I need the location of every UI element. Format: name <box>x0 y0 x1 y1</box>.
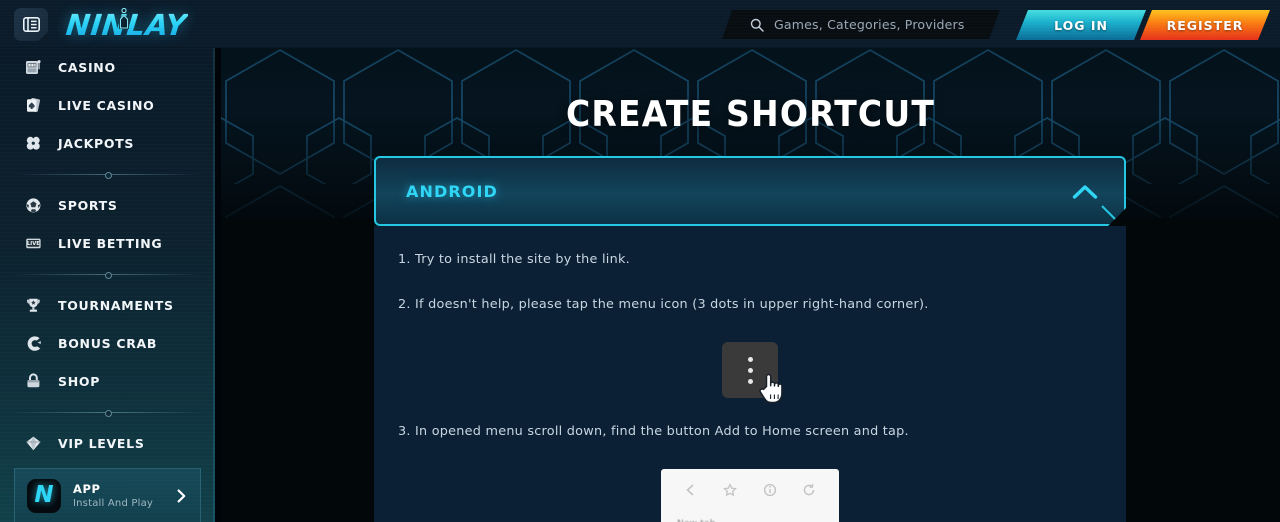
accordion-cut-corner <box>1103 203 1125 225</box>
brand-logo-mark-icon <box>119 7 129 29</box>
app-card-title: APP <box>73 482 101 496</box>
sidebar-panel-icon <box>22 17 40 32</box>
page-title: CREATE SHORTCUT <box>565 92 936 135</box>
main-content: CREATE SHORTCUT ANDROID 1. Try to instal… <box>221 48 1280 522</box>
sidebar-toggle-button[interactable] <box>14 8 48 41</box>
accordion-body: 1. Try to install the site by the link. … <box>374 226 1126 522</box>
sidebar-item-casino[interactable]: CASINO <box>0 48 215 86</box>
back-arrow-icon <box>686 484 694 496</box>
dot <box>747 356 753 362</box>
sidebar-group-extras: TOURNAMENTS BONUS CRAB SHOP <box>0 286 215 400</box>
app-card-text: APP Install And Play <box>73 482 177 509</box>
chevron-right-icon <box>177 489 186 503</box>
sidebar-item-label: LIVE CASINO <box>58 97 155 113</box>
dot <box>747 367 753 373</box>
sidebar-item-label: VIP LEVELS <box>58 435 145 451</box>
sidebar-divider <box>0 403 215 421</box>
sidebar-item-sports[interactable]: SPORTS <box>0 186 215 224</box>
sidebar-group-sports: SPORTS LIVE LIVE BETTING <box>0 186 215 262</box>
diamond-icon <box>22 432 44 454</box>
sidebar-main-gap <box>215 48 221 522</box>
trophy-icon <box>22 294 44 316</box>
lock-bag-icon <box>22 370 44 392</box>
app-install-card[interactable]: N APP Install And Play <box>14 468 201 522</box>
login-button[interactable]: LOG IN <box>1016 10 1146 40</box>
sidebar-item-live-betting[interactable]: LIVE LIVE BETTING <box>0 224 215 262</box>
sidebar: CASINO LIVE CASINO JACKPOTS SPORTS LIVE … <box>0 48 215 522</box>
sidebar-item-label: JACKPOTS <box>58 135 135 151</box>
step-3-text: 3. In opened menu scroll down, find the … <box>398 424 909 439</box>
pointing-hand-cursor <box>759 373 783 404</box>
sidebar-item-shop[interactable]: SHOP <box>0 362 215 400</box>
step-2-text: 2. If doesn't help, please tap the menu … <box>398 297 929 312</box>
sidebar-item-tournaments[interactable]: TOURNAMENTS <box>0 286 215 324</box>
search-bar[interactable]: Games, Categories, Providers <box>722 10 1000 39</box>
phone-menu-illustration: New tab <box>398 469 1102 522</box>
shortcut-accordion: ANDROID 1. Try to install the site by th… <box>374 156 1126 522</box>
search-icon <box>750 18 764 32</box>
chevron-up-icon[interactable] <box>1072 184 1098 200</box>
clover-icon <box>22 132 44 154</box>
sidebar-item-label: CASINO <box>58 59 116 75</box>
phone-menu-icon-row <box>671 483 829 497</box>
playing-cards-icon <box>22 94 44 116</box>
phone-menu-panel: New tab <box>661 469 839 522</box>
app-logo-icon: N <box>27 478 61 513</box>
dot <box>747 378 753 384</box>
sidebar-item-label: LIVE BETTING <box>58 235 163 251</box>
sidebar-item-jackpots[interactable]: JACKPOTS <box>0 124 215 162</box>
sidebar-group-vip: VIP LEVELS <box>0 424 215 462</box>
search-input[interactable]: Games, Categories, Providers <box>774 17 965 32</box>
sidebar-item-bonus-crab[interactable]: BONUS CRAB <box>0 324 215 362</box>
slot-machine-icon <box>22 56 44 78</box>
sidebar-item-label: BONUS CRAB <box>58 335 158 351</box>
accordion-title: ANDROID <box>406 181 498 201</box>
top-header: NINLAY Games, Categories, Providers LOG … <box>0 0 1280 48</box>
refresh-icon <box>803 484 815 496</box>
live-badge-icon: LIVE <box>22 232 44 254</box>
star-icon <box>723 483 738 497</box>
register-button[interactable]: REGISTER <box>1140 10 1270 40</box>
soccer-ball-icon <box>22 194 44 216</box>
page-root: NINLAY Games, Categories, Providers LOG … <box>0 0 1280 522</box>
step-1-text: 1. Try to install the site by the link. <box>398 252 630 267</box>
sidebar-item-live-casino[interactable]: LIVE CASINO <box>0 86 215 124</box>
sidebar-group-casino: CASINO LIVE CASINO JACKPOTS <box>0 48 215 162</box>
sidebar-item-vip-levels[interactable]: VIP LEVELS <box>0 424 215 462</box>
svg-text:LIVE: LIVE <box>27 241 40 247</box>
app-card-subtitle: Install And Play <box>73 498 154 509</box>
sidebar-divider <box>0 265 215 283</box>
info-circle-icon <box>763 483 776 497</box>
sidebar-item-label: TOURNAMENTS <box>58 297 174 313</box>
sidebar-item-label: SPORTS <box>58 197 118 213</box>
sidebar-divider <box>0 165 215 183</box>
crab-icon <box>22 332 44 354</box>
accordion-header-android[interactable]: ANDROID <box>374 156 1126 226</box>
sidebar-item-label: SHOP <box>58 373 101 389</box>
menu-dots-illustration <box>398 342 1102 404</box>
